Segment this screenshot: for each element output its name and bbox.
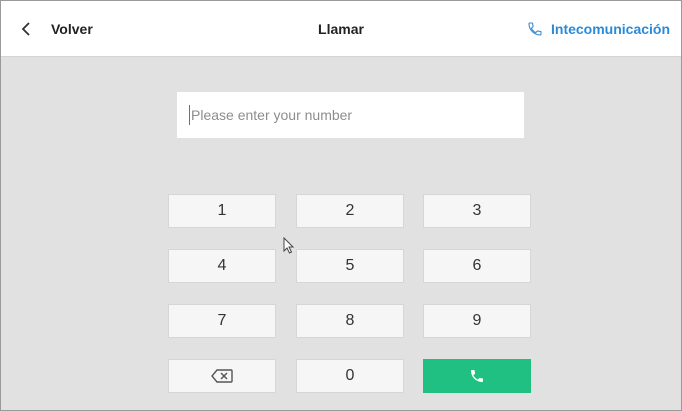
key-label: 2 [345,202,355,219]
key-2[interactable]: 2 [296,194,404,228]
key-5[interactable]: 5 [296,249,404,283]
key-4[interactable]: 4 [168,249,276,283]
chevron-left-icon [21,21,30,36]
key-6[interactable]: 6 [423,249,531,283]
key-label: 3 [472,202,482,219]
call-button[interactable] [423,359,531,393]
phone-icon [528,21,542,36]
key-3[interactable]: 3 [423,194,531,228]
intercom-label: Intecomunicación [551,20,671,37]
key-label: 0 [345,367,355,384]
key-8[interactable]: 8 [296,304,404,338]
key-0[interactable]: 0 [296,359,404,393]
mouse-pointer-icon [283,237,295,254]
key-label: 1 [217,202,227,219]
back-button[interactable]: Volver [19,1,93,56]
back-label: Volver [51,20,93,37]
header-bar: Volver Llamar Intecomunicación [1,1,681,57]
key-label: 5 [345,257,355,274]
key-label: 6 [472,257,482,274]
key-1[interactable]: 1 [168,194,276,228]
text-caret [189,105,190,125]
number-input[interactable] [177,92,524,138]
phone-icon [471,370,483,382]
key-label: 8 [345,312,355,329]
intercom-button[interactable]: Intecomunicación [527,1,670,56]
key-9[interactable]: 9 [423,304,531,338]
backspace-button[interactable] [168,359,276,393]
call-screen: Volver Llamar Intecomunicación 1 2 3 4 5… [0,0,682,411]
key-7[interactable]: 7 [168,304,276,338]
key-label: 9 [472,312,482,329]
key-label: 4 [217,257,227,274]
backspace-icon [211,369,233,383]
key-label: 7 [217,312,227,329]
